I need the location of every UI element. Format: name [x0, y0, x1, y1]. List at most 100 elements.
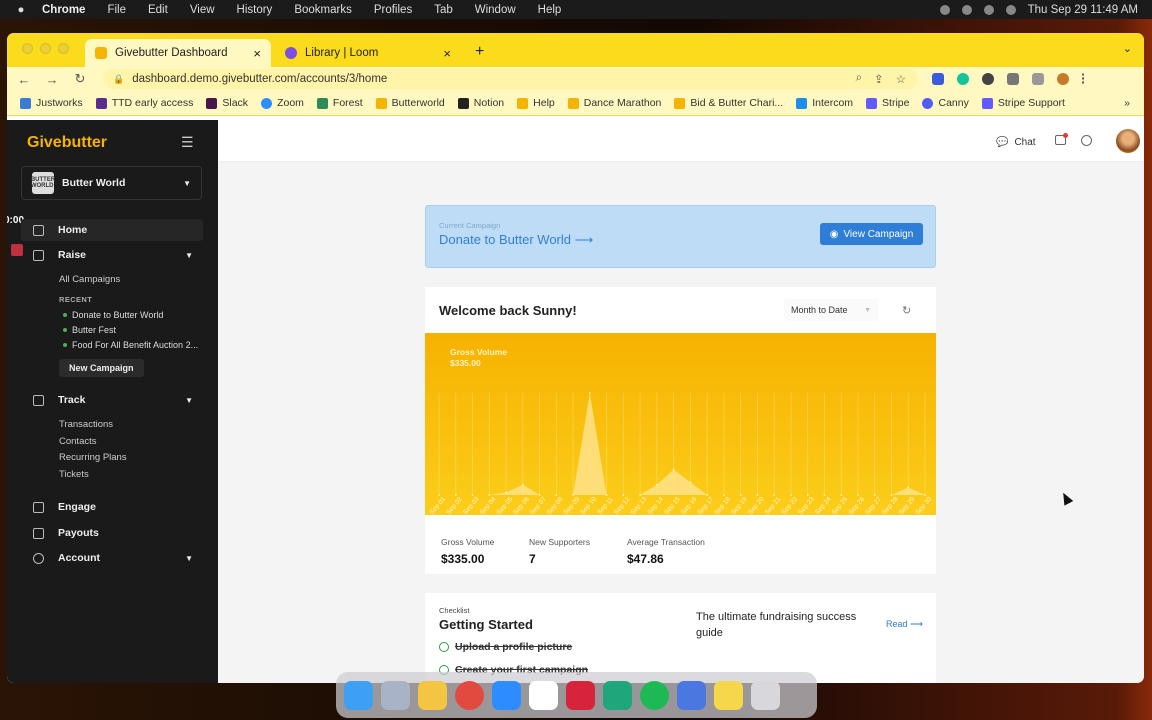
- menu-bookmarks[interactable]: Bookmarks: [294, 4, 352, 16]
- chart-data-point[interactable]: [672, 468, 675, 471]
- menu-history[interactable]: History: [237, 4, 273, 16]
- bookmark-slack[interactable]: Slack: [206, 97, 248, 109]
- menu-app-name[interactable]: Chrome: [42, 4, 85, 16]
- launchpad-icon[interactable]: [381, 680, 410, 710]
- tab-givebutter-dashboard[interactable]: Givebutter Dashboard ×: [85, 39, 271, 67]
- help-circle-icon[interactable]: [1081, 135, 1092, 146]
- recent-campaign[interactable]: Butter Fest: [63, 325, 116, 335]
- chart-data-point[interactable]: [521, 483, 524, 486]
- loom-icon[interactable]: [566, 680, 595, 710]
- sidebar-item-transactions[interactable]: Transactions: [59, 419, 113, 430]
- zoom-app-icon[interactable]: [492, 680, 521, 710]
- sidebar-item-raise[interactable]: Raise ▼: [21, 244, 203, 266]
- finder-icon[interactable]: [344, 680, 373, 710]
- chart-data-point[interactable]: [689, 481, 692, 484]
- checklist-item[interactable]: Upload a profile picture: [439, 641, 572, 653]
- period-select[interactable]: Month to Date ▼: [784, 299, 879, 321]
- slack-icon[interactable]: [529, 680, 558, 710]
- user-avatar[interactable]: [1116, 129, 1140, 153]
- bookmark-stripe[interactable]: Stripe: [866, 97, 909, 109]
- address-bar[interactable]: 🔒 dashboard.demo.givebutter.com/accounts…: [103, 69, 918, 89]
- chart-data-point[interactable]: [639, 494, 642, 496]
- forward-icon[interactable]: →: [41, 72, 63, 87]
- status-icon[interactable]: [939, 4, 950, 15]
- menu-hamburger-icon[interactable]: ☰: [181, 134, 194, 151]
- chart-data-point[interactable]: [806, 494, 809, 496]
- chart-data-point[interactable]: [505, 491, 507, 494]
- bookmark-ttd[interactable]: TTD early access: [95, 97, 193, 109]
- current-campaign-link[interactable]: Donate to Butter World ⟶: [439, 232, 593, 248]
- chart-data-point[interactable]: [924, 494, 926, 496]
- share-icon[interactable]: ⇪: [874, 72, 884, 86]
- arc-icon[interactable]: [603, 680, 632, 710]
- bookmark-help[interactable]: Help: [517, 97, 555, 109]
- chart-data-point[interactable]: [454, 494, 457, 496]
- bookmark-notion[interactable]: Notion: [457, 97, 504, 109]
- chart-data-point[interactable]: [756, 494, 759, 496]
- chart-data-point[interactable]: [773, 494, 776, 496]
- photos-icon[interactable]: [418, 680, 447, 710]
- menu-view[interactable]: View: [190, 4, 215, 16]
- wordpress-icon[interactable]: [982, 73, 994, 85]
- bookmark-butterworld[interactable]: Butterworld: [375, 97, 445, 109]
- chart-data-point[interactable]: [907, 486, 910, 489]
- sidebar-item-contacts[interactable]: Contacts: [59, 436, 97, 447]
- wifi-icon[interactable]: [983, 4, 994, 15]
- sidebar-item-engage[interactable]: Engage: [21, 496, 203, 518]
- chart-data-point[interactable]: [605, 494, 608, 496]
- apple-icon[interactable]: ●: [14, 4, 28, 16]
- chart-data-point[interactable]: [890, 494, 893, 496]
- more-menu-icon[interactable]: [1082, 73, 1086, 85]
- sidebar-item-track[interactable]: Track ▼: [21, 389, 203, 411]
- chart-data-point[interactable]: [572, 494, 574, 496]
- close-window-icon[interactable]: [22, 43, 33, 54]
- menu-profiles[interactable]: Profiles: [374, 4, 412, 16]
- chat-button[interactable]: 💬 Chat: [996, 133, 1036, 151]
- chart-data-point[interactable]: [722, 494, 725, 496]
- bookmark-dance-marathon[interactable]: Dance Marathon: [567, 97, 661, 109]
- sidebar-item-recurring-plans[interactable]: Recurring Plans: [59, 452, 127, 463]
- tab-loom-library[interactable]: Library | Loom ×: [275, 39, 461, 67]
- grammarly-icon[interactable]: [957, 73, 969, 85]
- chart-data-point[interactable]: [739, 494, 742, 496]
- menu-window[interactable]: Window: [475, 4, 516, 16]
- preview-icon[interactable]: [677, 680, 706, 710]
- zoom-window-icon[interactable]: [58, 43, 69, 54]
- sidebar-item-account[interactable]: Account ▼: [21, 547, 203, 569]
- chart-data-point[interactable]: [655, 483, 658, 486]
- zoom-icon[interactable]: ⌕: [856, 72, 862, 86]
- sidebar-item-home[interactable]: Home: [21, 219, 203, 241]
- bookmark-zoom[interactable]: Zoom: [261, 97, 304, 109]
- givebutter-logo[interactable]: Givebutter: [27, 134, 107, 152]
- view-campaign-button[interactable]: ◉ View Campaign: [820, 223, 923, 245]
- sidebar-item-tickets[interactable]: Tickets: [59, 469, 89, 480]
- chart-data-point[interactable]: [538, 494, 541, 496]
- bookmark-stripe-support[interactable]: Stripe Support: [981, 97, 1065, 109]
- menu-tab[interactable]: Tab: [434, 4, 453, 16]
- menu-help[interactable]: Help: [538, 4, 562, 16]
- read-guide-link[interactable]: Read ⟶: [886, 619, 923, 630]
- chart-data-point[interactable]: [706, 494, 709, 496]
- chart-data-point[interactable]: [840, 494, 843, 496]
- menu-edit[interactable]: Edit: [148, 4, 168, 16]
- sidepanel-icon[interactable]: [1032, 73, 1044, 85]
- bookmark-star-icon[interactable]: ☆: [896, 72, 906, 86]
- back-icon[interactable]: ←: [13, 72, 35, 87]
- sidebar-item-payouts[interactable]: Payouts: [21, 522, 203, 544]
- trash-icon[interactable]: [751, 680, 780, 710]
- chart-data-point[interactable]: [873, 494, 876, 496]
- spotify-icon[interactable]: [640, 680, 669, 710]
- chart-data-point[interactable]: [555, 494, 558, 496]
- more-bookmarks-icon[interactable]: »: [1124, 97, 1130, 109]
- profile-avatar-icon[interactable]: [1057, 73, 1069, 85]
- notes-icon[interactable]: [714, 680, 743, 710]
- close-tab-icon[interactable]: ×: [253, 46, 261, 61]
- chart-data-point[interactable]: [471, 494, 474, 496]
- menubar-clock[interactable]: Thu Sep 29 11:49 AM: [1028, 4, 1138, 16]
- bookmark-intercom[interactable]: Intercom: [796, 97, 853, 109]
- bookmark-forest[interactable]: Forest: [316, 97, 363, 109]
- refresh-icon[interactable]: ↻: [902, 304, 911, 317]
- chrome-icon[interactable]: [455, 680, 484, 710]
- new-campaign-button[interactable]: New Campaign: [59, 359, 144, 377]
- search-icon[interactable]: [1005, 4, 1016, 15]
